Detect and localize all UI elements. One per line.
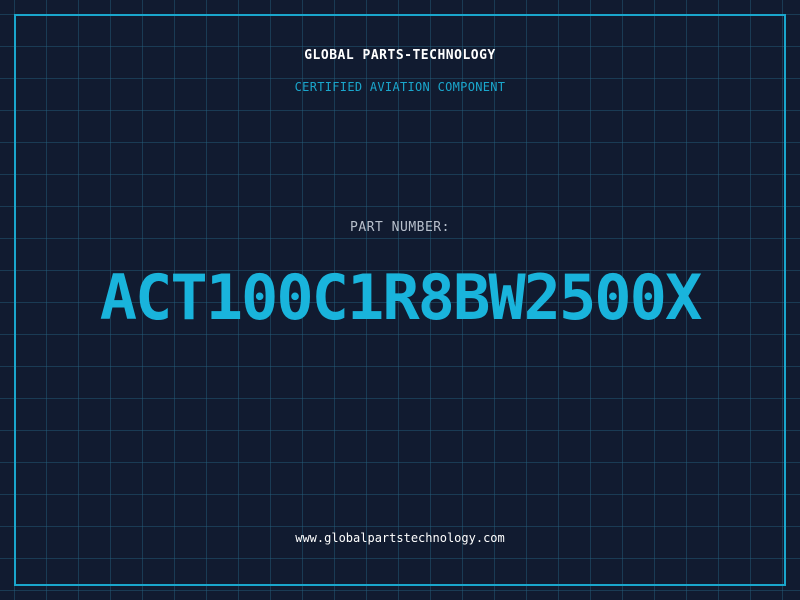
certification-subtitle: CERTIFIED AVIATION COMPONENT xyxy=(294,80,506,94)
company-name: GLOBAL PARTS-TECHNOLOGY xyxy=(304,48,496,63)
part-label-card: GLOBAL PARTS-TECHNOLOGY CERTIFIED AVIATI… xyxy=(0,0,800,600)
part-number-label: PART NUMBER: xyxy=(350,220,450,235)
website-url: www.globalpartstechnology.com xyxy=(295,531,505,545)
part-number-value: ACT100C1R8BW2500X xyxy=(99,261,703,334)
